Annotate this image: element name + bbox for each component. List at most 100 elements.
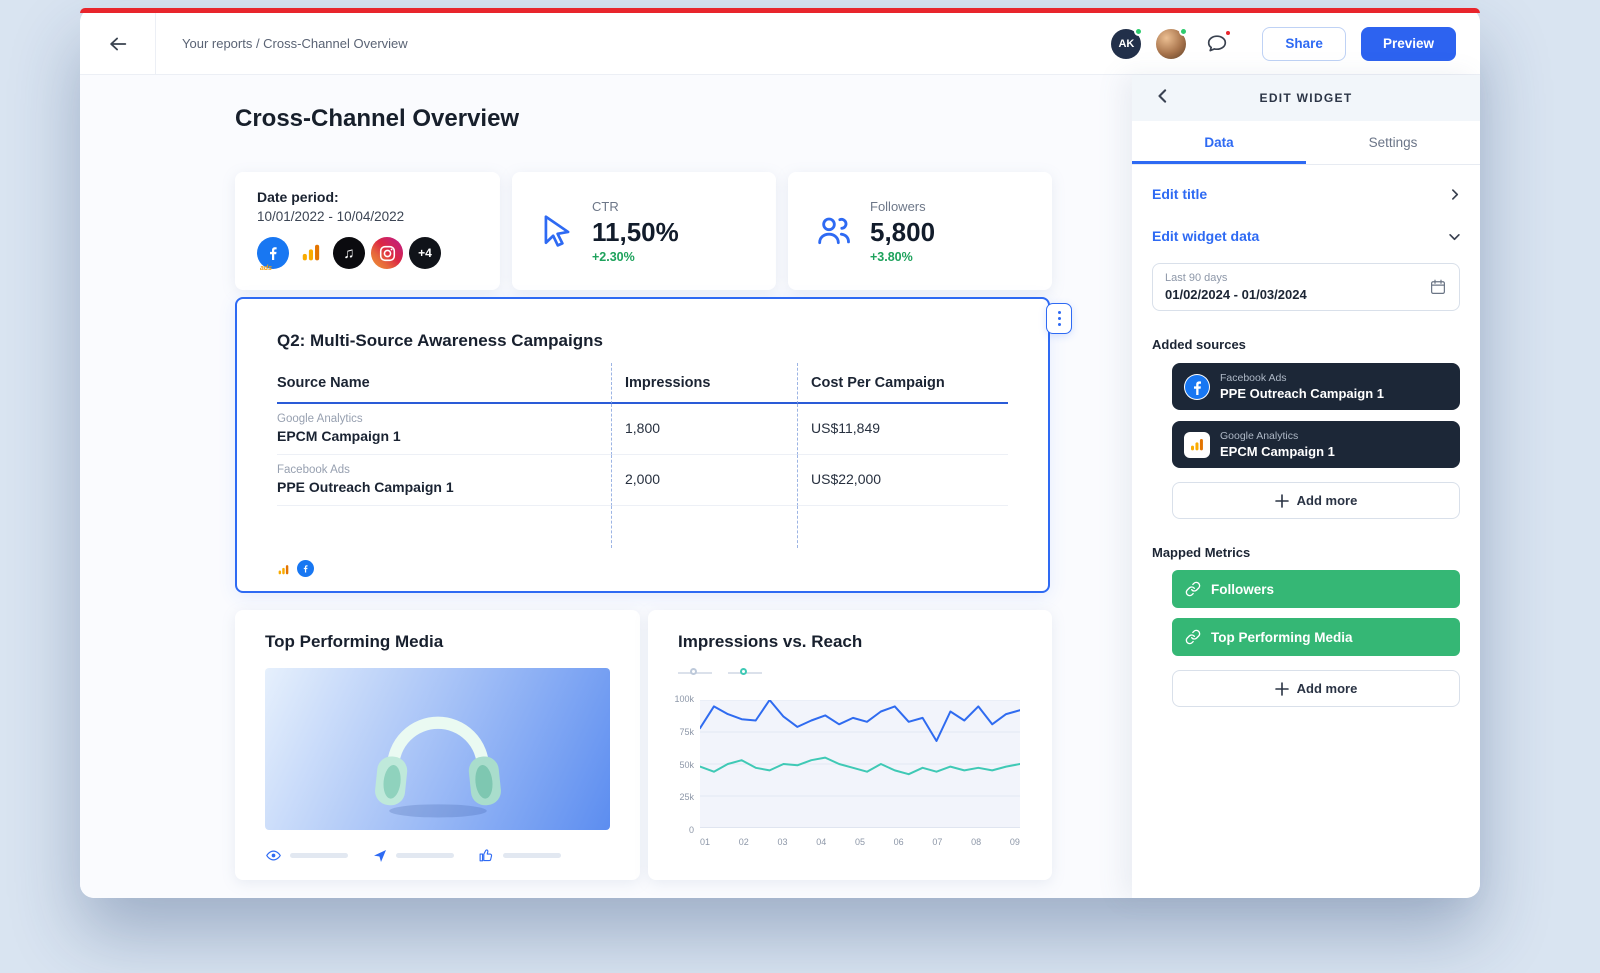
panel-back-button[interactable]: [1156, 89, 1170, 106]
mapped-metrics-heading: Mapped Metrics: [1152, 545, 1460, 560]
table-spacer-cell: [277, 506, 611, 548]
avatar-initials-text: AK: [1118, 38, 1134, 50]
table-row-cell-source: Google Analytics EPCM Campaign 1: [277, 404, 611, 455]
line-chart-svg: [700, 700, 1020, 828]
eye-icon: [265, 847, 282, 864]
panel-title: EDIT WIDGET: [1260, 91, 1353, 105]
edit-widget-data-label: Edit widget data: [1152, 228, 1259, 244]
metric-followers[interactable]: Followers: [1172, 570, 1460, 608]
source-icons-row: ads ♫: [257, 237, 478, 269]
avatar-photo[interactable]: [1156, 29, 1186, 59]
media-image-headphones: [265, 668, 610, 830]
followers-delta: +3.80%: [870, 250, 935, 264]
y-tick-label: 25k: [679, 792, 694, 802]
shares-metric: [372, 848, 454, 864]
table-spacer-cell: [611, 506, 797, 548]
add-metric-label: Add more: [1297, 681, 1358, 696]
back-button[interactable]: [80, 13, 156, 74]
panel-tabs: Data Settings: [1132, 121, 1480, 165]
row1-campaign-name: PPE Outreach Campaign 1: [277, 479, 611, 495]
avatar-initials[interactable]: AK: [1111, 29, 1141, 59]
row0-impressions: 1,800: [611, 404, 797, 455]
campaign-table: Source Name Impressions Cost Per Campaig…: [277, 363, 1008, 548]
preview-button[interactable]: Preview: [1361, 27, 1456, 61]
date-range-text: Last 90 days 01/02/2024 - 01/03/2024: [1165, 272, 1307, 302]
content-area: Cross-Channel Overview Date period: 10/0…: [80, 75, 1480, 898]
row0-campaign-name: EPCM Campaign 1: [277, 428, 611, 444]
date-range-preset: Last 90 days: [1165, 272, 1307, 284]
more-sources-badge: +4: [409, 237, 441, 269]
widget-source-icons: [277, 560, 314, 577]
table-widget-title: Q2: Multi-Source Awareness Campaigns: [277, 331, 1008, 351]
source-card-facebook[interactable]: Facebook Ads PPE Outreach Campaign 1: [1172, 363, 1460, 410]
source-campaign: PPE Outreach Campaign 1: [1220, 386, 1384, 401]
metric-bar: [290, 853, 348, 858]
date-range-value: 01/02/2024 - 01/03/2024: [1165, 287, 1307, 302]
navbar-right-cluster: AK Share Preview: [1111, 27, 1480, 61]
top-media-title: Top Performing Media: [265, 632, 640, 652]
likes-metric: [478, 847, 561, 864]
col-header-impressions: Impressions: [611, 363, 797, 404]
x-tick-label: 09: [1010, 837, 1020, 847]
ctr-value: 11,50%: [592, 217, 679, 248]
tab-data[interactable]: Data: [1132, 121, 1306, 164]
panel-body: Edit title Edit widget data Last 90 days…: [1132, 165, 1480, 707]
share-button[interactable]: Share: [1262, 27, 1346, 61]
source-platform: Google Analytics: [1220, 430, 1335, 442]
source-card-text: Google Analytics EPCM Campaign 1: [1220, 430, 1335, 459]
chat-button[interactable]: [1201, 28, 1233, 60]
google-analytics-mini-icon: [277, 563, 290, 577]
cursor-icon: [538, 212, 576, 250]
source-card-google-analytics[interactable]: Google Analytics EPCM Campaign 1: [1172, 421, 1460, 468]
online-status-dot: [1179, 27, 1188, 36]
y-tick-label: 50k: [679, 760, 694, 770]
line-chart-card[interactable]: Impressions vs. Reach 100k75k50k25k0 010…: [648, 610, 1052, 880]
y-tick-label: 0: [689, 825, 694, 835]
google-analytics-icon: [1184, 432, 1210, 458]
widget-options-button[interactable]: [1046, 303, 1072, 334]
edit-widget-panel: EDIT WIDGET Data Settings Edit title Edi…: [1132, 75, 1480, 898]
followers-icon: [814, 211, 854, 251]
edit-title-label: Edit title: [1152, 186, 1207, 202]
followers-value: 5,800: [870, 217, 935, 248]
followers-label: Followers: [870, 199, 935, 214]
col-header-cost: Cost Per Campaign: [797, 363, 1008, 404]
table-widget-selected[interactable]: Q2: Multi-Source Awareness Campaigns Sou…: [235, 297, 1050, 593]
followers-stat-text: Followers 5,800 +3.80%: [870, 199, 935, 264]
add-metric-button[interactable]: Add more: [1172, 670, 1460, 707]
top-media-card[interactable]: Top Performing Media: [235, 610, 640, 880]
thumbs-up-icon: [478, 847, 495, 864]
legend-item-reach: [728, 668, 762, 678]
row1-impressions: 2,000: [611, 455, 797, 506]
report-title: Cross-Channel Overview: [235, 105, 519, 133]
tab-settings[interactable]: Settings: [1306, 121, 1480, 164]
edit-widget-data-row[interactable]: Edit widget data: [1152, 215, 1460, 257]
app-window: Your reports / Cross-Channel Overview AK…: [80, 8, 1480, 898]
plus-icon: [1275, 682, 1289, 696]
col-header-source-name: Source Name: [277, 363, 611, 404]
metric-top-performing-media[interactable]: Top Performing Media: [1172, 618, 1460, 656]
report-canvas: Cross-Channel Overview Date period: 10/0…: [80, 75, 1132, 898]
followers-stat-card[interactable]: Followers 5,800 +3.80%: [788, 172, 1052, 290]
x-tick-label: 03: [777, 837, 787, 847]
edit-title-row[interactable]: Edit title: [1152, 173, 1460, 215]
headphones-illustration: [343, 674, 533, 824]
chevron-down-icon: [1449, 231, 1460, 242]
ctr-delta: +2.30%: [592, 250, 679, 264]
online-status-dot: [1134, 27, 1143, 36]
tiktok-icon: ♫: [333, 237, 365, 269]
back-arrow-icon: [107, 33, 129, 55]
date-period-card[interactable]: Date period: 10/01/2022 - 10/04/2022 ads: [235, 172, 500, 290]
line-chart-title: Impressions vs. Reach: [678, 632, 1052, 652]
ctr-stat-card[interactable]: CTR 11,50% +2.30%: [512, 172, 776, 290]
add-source-label: Add more: [1297, 493, 1358, 508]
link-icon: [1185, 629, 1201, 645]
metric-label: Followers: [1211, 582, 1274, 597]
top-navbar: Your reports / Cross-Channel Overview AK…: [80, 13, 1480, 75]
breadcrumb[interactable]: Your reports / Cross-Channel Overview: [182, 36, 408, 51]
metric-bar: [396, 853, 454, 858]
date-range-selector[interactable]: Last 90 days 01/02/2024 - 01/03/2024: [1152, 263, 1460, 311]
add-source-button[interactable]: Add more: [1172, 482, 1460, 519]
chart-legend: [678, 668, 762, 678]
x-tick-label: 07: [932, 837, 942, 847]
